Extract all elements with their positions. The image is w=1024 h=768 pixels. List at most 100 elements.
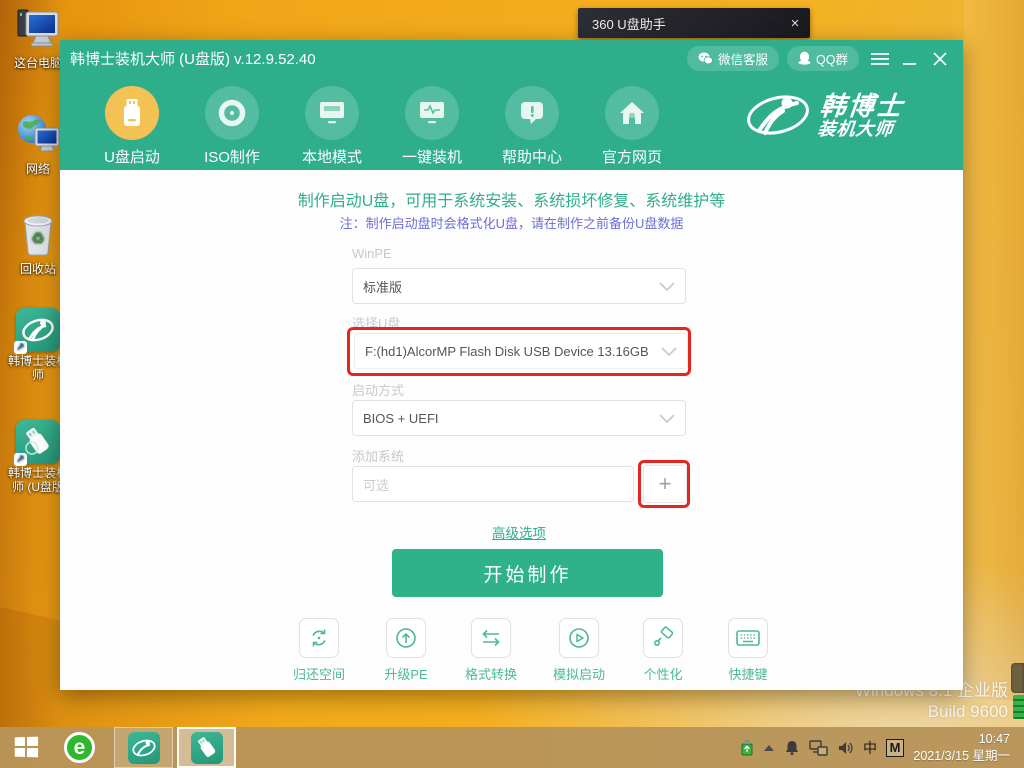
boot-mode-select[interactable]: BIOS + UEFI	[352, 400, 686, 436]
hanboshi-main-window: 韩博士装机大师 (U盘版) v.12.9.52.40 微信客服 QQ群 U盘启动…	[60, 40, 963, 690]
start-create-button[interactable]: 开始制作	[392, 549, 663, 597]
volume-tray-icon[interactable]	[837, 740, 854, 756]
taskbar: e 中 M 10:47 2021/3/15 星期一	[0, 727, 1024, 768]
nav-usb-boot[interactable]: U盘启动	[82, 80, 182, 167]
desktop-icon-label: 网络	[25, 161, 50, 176]
nav-label: 帮助中心	[501, 149, 562, 166]
add-system-label: 添加系统	[352, 449, 405, 464]
taskbar-app-hanboshi-usb[interactable]	[177, 727, 236, 768]
nav-label: 一键装机	[401, 149, 462, 166]
tool-label: 模拟启动	[552, 667, 605, 682]
advanced-options-link[interactable]: 高级选项	[352, 522, 686, 543]
tool-label: 升级PE	[384, 667, 428, 682]
qq-group-button[interactable]: QQ群	[787, 45, 859, 71]
nav-local-mode[interactable]: 本地模式	[282, 80, 382, 167]
background-facet	[964, 0, 1024, 700]
one-key-install-icon	[405, 86, 459, 140]
nav-label: U盘启动	[104, 149, 160, 166]
clock-date: 2021/3/15 星期一	[913, 748, 1010, 763]
browser-taskbar-button[interactable]: e	[64, 732, 95, 763]
notification-bell-icon[interactable]	[784, 739, 800, 756]
add-system-input[interactable]: 可选	[352, 466, 634, 502]
plus-icon: +	[658, 471, 672, 496]
tool-format-convert[interactable]: 格式转换	[448, 618, 534, 683]
network-tray-icon[interactable]	[809, 739, 828, 756]
tool-label: 归还空间	[292, 667, 345, 682]
format-convert-icon	[471, 618, 511, 658]
popup-title: 360 U盘助手	[592, 16, 666, 32]
show-hidden-icons-button[interactable]	[763, 744, 775, 752]
format-warning-note: 注：制作启动盘时会格式化U盘，请在制作之前备份U盘数据	[339, 216, 684, 231]
taskbar-clock[interactable]: 10:47 2021/3/15 星期一	[913, 731, 1010, 765]
tool-personalize[interactable]: 个性化	[620, 618, 706, 683]
hanboshi-usb-app-icon	[190, 731, 223, 764]
minimize-icon	[903, 62, 916, 65]
usb-status-gadget	[1013, 695, 1024, 719]
advanced-options-label: 高级选项	[492, 526, 546, 541]
desktop-icon-label: 师 (U盘版	[12, 479, 64, 494]
nav-help-center[interactable]: 帮助中心	[482, 80, 582, 167]
tool-label: 快捷键	[728, 667, 768, 682]
upgrade-pe-icon	[386, 618, 426, 658]
add-system-highlight: +	[638, 460, 690, 508]
system-tray: 中 M	[740, 727, 904, 768]
usb-device-tray-icon[interactable]	[740, 739, 754, 756]
nav-iso-create[interactable]: ISO制作	[182, 80, 282, 167]
winpe-value: 标准版	[363, 279, 403, 295]
hanboshi-app-icon	[127, 731, 160, 764]
add-system-button[interactable]: +	[643, 465, 687, 503]
browser-e-icon: e	[73, 736, 86, 759]
nav-one-key-install[interactable]: 一键装机	[382, 80, 482, 167]
nav-label: 本地模式	[301, 149, 362, 166]
tool-simulate-boot[interactable]: 模拟启动	[536, 618, 622, 683]
windows-logo-icon	[26, 736, 39, 746]
wechat-support-label: 微信客服	[718, 52, 769, 67]
hamburger-icon	[871, 52, 889, 65]
svg-text:♻: ♻	[31, 230, 44, 247]
chevron-down-icon	[661, 346, 677, 356]
winpe-label: WinPE	[352, 246, 392, 261]
wechat-support-button[interactable]: 微信客服	[687, 45, 780, 71]
restore-space-icon	[299, 618, 339, 658]
chevron-down-icon	[659, 413, 675, 423]
edge-gadget	[1011, 663, 1024, 693]
window-titlebar: 韩博士装机大师 (U盘版) v.12.9.52.40 微信客服 QQ群	[60, 40, 963, 76]
start-button[interactable]	[14, 736, 39, 758]
menu-button[interactable]	[867, 50, 893, 67]
desktop-icon-label: 这台电脑	[13, 55, 62, 70]
hanboshi-app-icon: ↗	[14, 308, 60, 354]
tool-label: 个性化	[643, 667, 683, 682]
brand-logo: 韩博士 装机大师	[745, 85, 945, 145]
window-title: 韩博士装机大师 (U盘版) v.12.9.52.40	[70, 50, 316, 68]
usb-value: F:(hd1)AlcorMP Flash Disk USB Device 13.…	[365, 343, 649, 359]
tool-hotkeys[interactable]: 快捷键	[705, 618, 791, 683]
ime-mode-indicator[interactable]: M	[886, 738, 904, 757]
usb-boot-icon	[105, 86, 159, 140]
ime-language-indicator[interactable]: 中	[863, 738, 877, 758]
taskbar-app-hanboshi[interactable]	[114, 727, 173, 768]
minimize-button[interactable]	[897, 50, 923, 67]
tool-label: 格式转换	[464, 667, 517, 682]
close-button[interactable]	[927, 50, 953, 67]
local-mode-icon	[305, 86, 359, 140]
tool-restore-space[interactable]: 归还空间	[276, 618, 362, 683]
hotkeys-keyboard-icon	[728, 618, 768, 658]
nav-official-site[interactable]: 官方网页	[582, 80, 682, 167]
windows-logo-icon	[14, 737, 26, 747]
popup-close-icon[interactable]: ×	[780, 15, 810, 32]
brand-logo-icon	[747, 95, 809, 135]
desktop-icon-label: 韩博士装机	[7, 466, 68, 480]
windows-logo-icon	[14, 747, 26, 757]
boot-mode-label: 启动方式	[352, 383, 405, 398]
shortcut-arrow-icon: ↗	[14, 341, 27, 354]
tool-upgrade-pe[interactable]: 升级PE	[363, 618, 449, 683]
qq-group-label: QQ群	[816, 52, 848, 67]
winpe-select[interactable]: 标准版	[352, 268, 686, 304]
start-create-label: 开始制作	[483, 564, 572, 586]
usb-select[interactable]: F:(hd1)AlcorMP Flash Disk USB Device 13.…	[354, 333, 688, 369]
popup-360-usb-helper[interactable]: 360 U盘助手 ×	[578, 8, 810, 38]
help-center-icon	[505, 86, 559, 140]
shortcut-arrow-icon: ↗	[14, 453, 27, 466]
iso-disc-icon	[205, 86, 259, 140]
add-system-placeholder: 可选	[363, 477, 390, 493]
